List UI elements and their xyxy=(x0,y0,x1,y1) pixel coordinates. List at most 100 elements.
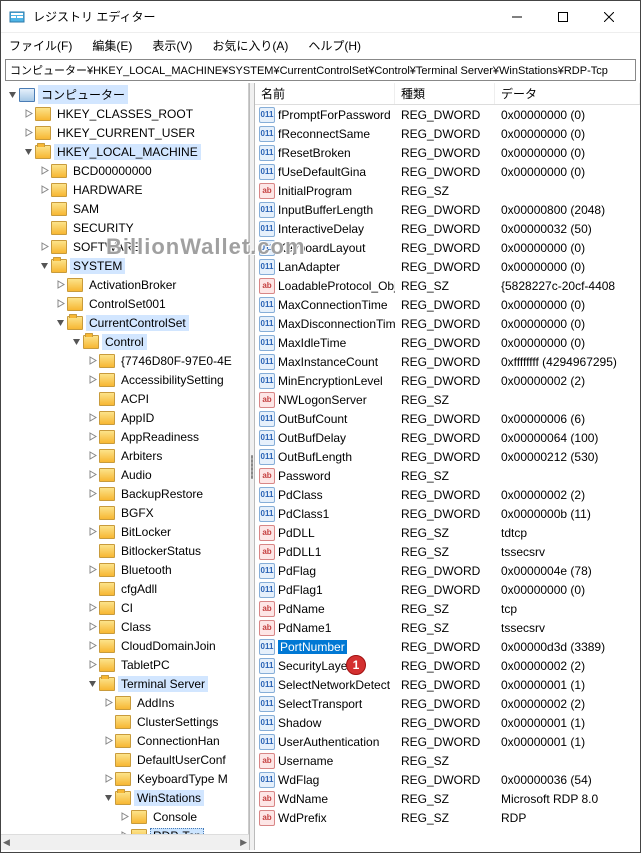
tree-item[interactable]: HARDWARE xyxy=(1,180,248,199)
tree-item[interactable]: AccessibilitySetting xyxy=(1,370,248,389)
list-row[interactable]: 011PdClass1REG_DWORD0x0000000b (11) xyxy=(255,504,640,523)
tree-item[interactable]: HKEY_CLASSES_ROOT xyxy=(1,104,248,123)
list-row[interactable]: 011OutBufCountREG_DWORD0x00000006 (6) xyxy=(255,409,640,428)
tree-item[interactable]: Arbiters xyxy=(1,446,248,465)
list-row[interactable]: abWdPrefixREG_SZRDP xyxy=(255,808,640,827)
chevron-right-icon[interactable] xyxy=(53,297,67,311)
menu-view[interactable]: 表示(V) xyxy=(148,35,196,56)
list-row[interactable]: 011fUseDefaultGinaREG_DWORD0x00000000 (0… xyxy=(255,162,640,181)
list-row[interactable]: 011MinEncryptionLevelREG_DWORD0x00000002… xyxy=(255,371,640,390)
menu-favorites[interactable]: お気に入り(A) xyxy=(208,35,292,56)
tree-item[interactable]: Console xyxy=(1,807,248,826)
tree-item[interactable]: ControlSet001 xyxy=(1,294,248,313)
header-name[interactable]: 名前 xyxy=(255,83,395,104)
chevron-down-icon[interactable] xyxy=(69,335,83,349)
list-row[interactable]: 011PdFlagREG_DWORD0x0000004e (78) xyxy=(255,561,640,580)
list-row[interactable]: abPdDLL1REG_SZtssecsrv xyxy=(255,542,640,561)
chevron-right-icon[interactable] xyxy=(85,563,99,577)
tree-item[interactable]: Terminal Server xyxy=(1,674,248,693)
chevron-down-icon[interactable] xyxy=(5,88,19,102)
tree-item[interactable]: BackupRestore xyxy=(1,484,248,503)
list-row[interactable]: 011LanAdapterREG_DWORD0x00000000 (0) xyxy=(255,257,640,276)
list-row[interactable]: abNWLogonServerREG_SZ xyxy=(255,390,640,409)
list-row[interactable]: 011SelectTransportREG_DWORD0x00000002 (2… xyxy=(255,694,640,713)
list-row[interactable]: 011fReconnectSameREG_DWORD0x00000000 (0) xyxy=(255,124,640,143)
tree-item[interactable]: SOFTWARE xyxy=(1,237,248,256)
tree-item[interactable]: SECURITY xyxy=(1,218,248,237)
tree-item[interactable]: TabletPC xyxy=(1,655,248,674)
chevron-right-icon[interactable] xyxy=(117,810,131,824)
chevron-right-icon[interactable] xyxy=(85,658,99,672)
tree-item[interactable]: CloudDomainJoin xyxy=(1,636,248,655)
chevron-right-icon[interactable] xyxy=(101,772,115,786)
chevron-right-icon[interactable] xyxy=(85,525,99,539)
list-row[interactable]: 011PdFlag1REG_DWORD0x00000000 (0) xyxy=(255,580,640,599)
chevron-right-icon[interactable] xyxy=(37,164,51,178)
list-row[interactable]: abPdName1REG_SZtssecsrv xyxy=(255,618,640,637)
tree-item[interactable]: BGFX xyxy=(1,503,248,522)
tree-item[interactable]: Control xyxy=(1,332,248,351)
chevron-right-icon[interactable] xyxy=(85,411,99,425)
list-view[interactable]: 名前 種類 データ 011fPromptForPasswordREG_DWORD… xyxy=(255,83,640,850)
chevron-right-icon[interactable] xyxy=(53,278,67,292)
list-row[interactable]: 011WdFlagREG_DWORD0x00000036 (54) xyxy=(255,770,640,789)
horizontal-scrollbar[interactable]: ◀▶ xyxy=(1,834,249,850)
tree-item[interactable]: ConnectionHan xyxy=(1,731,248,750)
list-row[interactable]: 011MaxIdleTimeREG_DWORD0x00000000 (0) xyxy=(255,333,640,352)
list-row[interactable]: 011InteractiveDelayREG_DWORD0x00000032 (… xyxy=(255,219,640,238)
chevron-right-icon[interactable] xyxy=(85,449,99,463)
list-row[interactable]: abUsernameREG_SZ xyxy=(255,751,640,770)
chevron-down-icon[interactable] xyxy=(53,316,67,330)
tree-item[interactable]: SAM xyxy=(1,199,248,218)
list-row[interactable]: 011SelectNetworkDetectREG_DWORD0x0000000… xyxy=(255,675,640,694)
menu-edit[interactable]: 編集(E) xyxy=(88,35,136,56)
list-row[interactable]: abPdNameREG_SZtcp xyxy=(255,599,640,618)
list-row[interactable]: 011MaxDisconnectionTimeREG_DWORD0x000000… xyxy=(255,314,640,333)
tree-item[interactable]: cfgAdll xyxy=(1,579,248,598)
tree-item[interactable]: HKEY_LOCAL_MACHINE xyxy=(1,142,248,161)
tree-item[interactable]: DefaultUserConf xyxy=(1,750,248,769)
list-row[interactable]: 011MaxConnectionTimeREG_DWORD0x00000000 … xyxy=(255,295,640,314)
tree-item[interactable]: ClusterSettings xyxy=(1,712,248,731)
list-row[interactable]: 011PortNumberREG_DWORD0x00000d3d (3389) xyxy=(255,637,640,656)
list-row[interactable]: 011MaxInstanceCountREG_DWORD0xffffffff (… xyxy=(255,352,640,371)
list-row[interactable]: 011fPromptForPasswordREG_DWORD0x00000000… xyxy=(255,105,640,124)
tree-item[interactable]: ACPI xyxy=(1,389,248,408)
tree-item[interactable]: AppReadiness xyxy=(1,427,248,446)
tree-item[interactable]: BitlockerStatus xyxy=(1,541,248,560)
chevron-right-icon[interactable] xyxy=(85,468,99,482)
tree-item[interactable]: HKEY_CURRENT_USER xyxy=(1,123,248,142)
tree-item[interactable]: CI xyxy=(1,598,248,617)
close-button[interactable] xyxy=(586,1,632,32)
tree-item[interactable]: Audio xyxy=(1,465,248,484)
list-row[interactable]: 011OutBufLengthREG_DWORD0x00000212 (530) xyxy=(255,447,640,466)
list-row[interactable]: 011OutBufDelayREG_DWORD0x00000064 (100) xyxy=(255,428,640,447)
chevron-right-icon[interactable] xyxy=(101,696,115,710)
list-row[interactable]: 011PdClassREG_DWORD0x00000002 (2) xyxy=(255,485,640,504)
header-data[interactable]: データ xyxy=(495,83,640,104)
address-bar[interactable]: コンピューター¥HKEY_LOCAL_MACHINE¥SYSTEM¥Curren… xyxy=(5,59,636,81)
chevron-right-icon[interactable] xyxy=(85,373,99,387)
header-type[interactable]: 種類 xyxy=(395,83,495,104)
chevron-down-icon[interactable] xyxy=(101,791,115,805)
tree-item[interactable]: KeyboardType M xyxy=(1,769,248,788)
list-row[interactable]: abWdNameREG_SZMicrosoft RDP 8.0 xyxy=(255,789,640,808)
chevron-right-icon[interactable] xyxy=(21,126,35,140)
chevron-right-icon[interactable] xyxy=(37,240,51,254)
chevron-right-icon[interactable] xyxy=(37,183,51,197)
chevron-down-icon[interactable] xyxy=(37,259,51,273)
tree-item[interactable]: Class xyxy=(1,617,248,636)
tree-view[interactable]: コンピューターHKEY_CLASSES_ROOTHKEY_CURRENT_USE… xyxy=(1,83,249,850)
list-row[interactable]: 011fResetBrokenREG_DWORD0x00000000 (0) xyxy=(255,143,640,162)
chevron-right-icon[interactable] xyxy=(85,487,99,501)
tree-item[interactable]: CurrentControlSet xyxy=(1,313,248,332)
tree-item[interactable]: AppID xyxy=(1,408,248,427)
tree-item[interactable]: BCD00000000 xyxy=(1,161,248,180)
tree-item[interactable]: WinStations xyxy=(1,788,248,807)
list-row[interactable]: 011SecurityLayerREG_DWORD0x00000002 (2) xyxy=(255,656,640,675)
list-row[interactable]: 011InputBufferLengthREG_DWORD0x00000800 … xyxy=(255,200,640,219)
tree-item[interactable]: Bluetooth xyxy=(1,560,248,579)
list-row[interactable]: abPdDLLREG_SZtdtcp xyxy=(255,523,640,542)
tree-item[interactable]: SYSTEM xyxy=(1,256,248,275)
list-row[interactable]: abInitialProgramREG_SZ xyxy=(255,181,640,200)
